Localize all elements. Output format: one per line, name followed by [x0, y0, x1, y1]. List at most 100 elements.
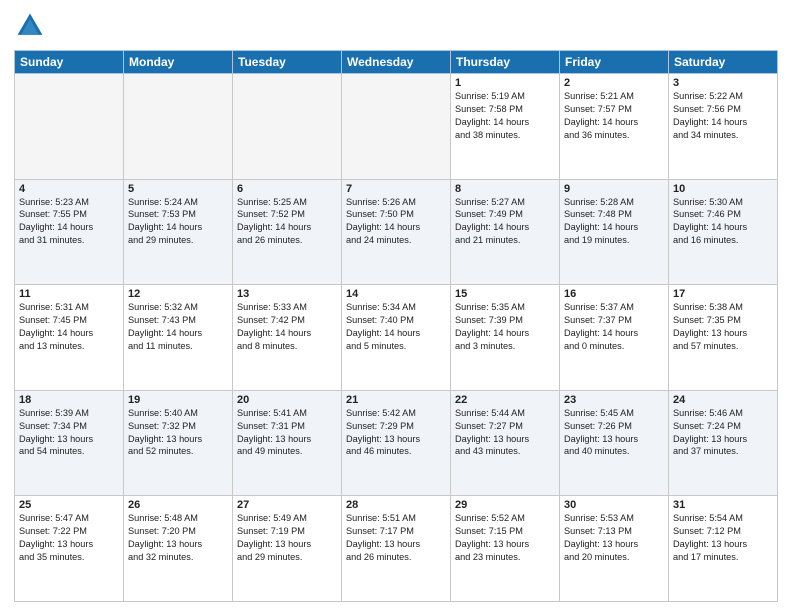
day-info: Sunrise: 5:28 AM Sunset: 7:48 PM Dayligh… — [564, 196, 664, 248]
day-number: 19 — [128, 394, 228, 406]
day-info: Sunrise: 5:52 AM Sunset: 7:15 PM Dayligh… — [455, 512, 555, 564]
day-number: 21 — [346, 394, 446, 406]
day-number: 10 — [673, 183, 773, 195]
calendar-day-empty — [342, 74, 451, 180]
page: SundayMondayTuesdayWednesdayThursdayFrid… — [0, 0, 792, 612]
day-info: Sunrise: 5:32 AM Sunset: 7:43 PM Dayligh… — [128, 301, 228, 353]
calendar-day-28: 28Sunrise: 5:51 AM Sunset: 7:17 PM Dayli… — [342, 496, 451, 602]
calendar-day-empty — [15, 74, 124, 180]
day-number: 15 — [455, 288, 555, 300]
calendar-day-24: 24Sunrise: 5:46 AM Sunset: 7:24 PM Dayli… — [669, 390, 778, 496]
day-header-friday: Friday — [560, 51, 669, 74]
day-number: 3 — [673, 77, 773, 89]
day-info: Sunrise: 5:22 AM Sunset: 7:56 PM Dayligh… — [673, 90, 773, 142]
day-number: 16 — [564, 288, 664, 300]
day-header-wednesday: Wednesday — [342, 51, 451, 74]
day-number: 20 — [237, 394, 337, 406]
calendar-week-row: 18Sunrise: 5:39 AM Sunset: 7:34 PM Dayli… — [15, 390, 778, 496]
calendar-day-empty — [124, 74, 233, 180]
day-number: 9 — [564, 183, 664, 195]
day-info: Sunrise: 5:42 AM Sunset: 7:29 PM Dayligh… — [346, 407, 446, 459]
day-number: 24 — [673, 394, 773, 406]
day-header-thursday: Thursday — [451, 51, 560, 74]
day-info: Sunrise: 5:25 AM Sunset: 7:52 PM Dayligh… — [237, 196, 337, 248]
calendar-day-22: 22Sunrise: 5:44 AM Sunset: 7:27 PM Dayli… — [451, 390, 560, 496]
day-info: Sunrise: 5:51 AM Sunset: 7:17 PM Dayligh… — [346, 512, 446, 564]
calendar-day-10: 10Sunrise: 5:30 AM Sunset: 7:46 PM Dayli… — [669, 179, 778, 285]
calendar-day-21: 21Sunrise: 5:42 AM Sunset: 7:29 PM Dayli… — [342, 390, 451, 496]
day-info: Sunrise: 5:44 AM Sunset: 7:27 PM Dayligh… — [455, 407, 555, 459]
calendar-day-3: 3Sunrise: 5:22 AM Sunset: 7:56 PM Daylig… — [669, 74, 778, 180]
day-header-monday: Monday — [124, 51, 233, 74]
day-info: Sunrise: 5:21 AM Sunset: 7:57 PM Dayligh… — [564, 90, 664, 142]
calendar-day-empty — [233, 74, 342, 180]
day-number: 18 — [19, 394, 119, 406]
calendar-day-5: 5Sunrise: 5:24 AM Sunset: 7:53 PM Daylig… — [124, 179, 233, 285]
day-number: 30 — [564, 499, 664, 511]
calendar-day-15: 15Sunrise: 5:35 AM Sunset: 7:39 PM Dayli… — [451, 285, 560, 391]
day-number: 11 — [19, 288, 119, 300]
calendar-day-2: 2Sunrise: 5:21 AM Sunset: 7:57 PM Daylig… — [560, 74, 669, 180]
day-number: 26 — [128, 499, 228, 511]
calendar-day-18: 18Sunrise: 5:39 AM Sunset: 7:34 PM Dayli… — [15, 390, 124, 496]
header — [14, 10, 778, 42]
calendar-day-31: 31Sunrise: 5:54 AM Sunset: 7:12 PM Dayli… — [669, 496, 778, 602]
day-info: Sunrise: 5:47 AM Sunset: 7:22 PM Dayligh… — [19, 512, 119, 564]
day-info: Sunrise: 5:54 AM Sunset: 7:12 PM Dayligh… — [673, 512, 773, 564]
day-number: 25 — [19, 499, 119, 511]
day-info: Sunrise: 5:31 AM Sunset: 7:45 PM Dayligh… — [19, 301, 119, 353]
logo — [14, 10, 50, 42]
calendar-day-27: 27Sunrise: 5:49 AM Sunset: 7:19 PM Dayli… — [233, 496, 342, 602]
day-number: 28 — [346, 499, 446, 511]
day-number: 12 — [128, 288, 228, 300]
day-number: 29 — [455, 499, 555, 511]
calendar-day-17: 17Sunrise: 5:38 AM Sunset: 7:35 PM Dayli… — [669, 285, 778, 391]
day-info: Sunrise: 5:53 AM Sunset: 7:13 PM Dayligh… — [564, 512, 664, 564]
day-number: 27 — [237, 499, 337, 511]
day-number: 2 — [564, 77, 664, 89]
calendar-week-row: 11Sunrise: 5:31 AM Sunset: 7:45 PM Dayli… — [15, 285, 778, 391]
day-info: Sunrise: 5:19 AM Sunset: 7:58 PM Dayligh… — [455, 90, 555, 142]
day-number: 14 — [346, 288, 446, 300]
calendar-day-16: 16Sunrise: 5:37 AM Sunset: 7:37 PM Dayli… — [560, 285, 669, 391]
calendar-day-30: 30Sunrise: 5:53 AM Sunset: 7:13 PM Dayli… — [560, 496, 669, 602]
day-number: 31 — [673, 499, 773, 511]
day-info: Sunrise: 5:49 AM Sunset: 7:19 PM Dayligh… — [237, 512, 337, 564]
day-number: 6 — [237, 183, 337, 195]
calendar-week-row: 4Sunrise: 5:23 AM Sunset: 7:55 PM Daylig… — [15, 179, 778, 285]
day-info: Sunrise: 5:39 AM Sunset: 7:34 PM Dayligh… — [19, 407, 119, 459]
calendar-week-row: 25Sunrise: 5:47 AM Sunset: 7:22 PM Dayli… — [15, 496, 778, 602]
day-info: Sunrise: 5:23 AM Sunset: 7:55 PM Dayligh… — [19, 196, 119, 248]
calendar-day-4: 4Sunrise: 5:23 AM Sunset: 7:55 PM Daylig… — [15, 179, 124, 285]
day-info: Sunrise: 5:30 AM Sunset: 7:46 PM Dayligh… — [673, 196, 773, 248]
day-header-saturday: Saturday — [669, 51, 778, 74]
day-number: 22 — [455, 394, 555, 406]
day-info: Sunrise: 5:46 AM Sunset: 7:24 PM Dayligh… — [673, 407, 773, 459]
day-number: 17 — [673, 288, 773, 300]
day-number: 8 — [455, 183, 555, 195]
calendar-day-14: 14Sunrise: 5:34 AM Sunset: 7:40 PM Dayli… — [342, 285, 451, 391]
calendar-day-19: 19Sunrise: 5:40 AM Sunset: 7:32 PM Dayli… — [124, 390, 233, 496]
calendar-header-row: SundayMondayTuesdayWednesdayThursdayFrid… — [15, 51, 778, 74]
calendar-day-1: 1Sunrise: 5:19 AM Sunset: 7:58 PM Daylig… — [451, 74, 560, 180]
day-info: Sunrise: 5:38 AM Sunset: 7:35 PM Dayligh… — [673, 301, 773, 353]
calendar-day-29: 29Sunrise: 5:52 AM Sunset: 7:15 PM Dayli… — [451, 496, 560, 602]
day-info: Sunrise: 5:41 AM Sunset: 7:31 PM Dayligh… — [237, 407, 337, 459]
calendar-day-13: 13Sunrise: 5:33 AM Sunset: 7:42 PM Dayli… — [233, 285, 342, 391]
day-number: 13 — [237, 288, 337, 300]
calendar-day-8: 8Sunrise: 5:27 AM Sunset: 7:49 PM Daylig… — [451, 179, 560, 285]
day-number: 5 — [128, 183, 228, 195]
day-info: Sunrise: 5:34 AM Sunset: 7:40 PM Dayligh… — [346, 301, 446, 353]
day-info: Sunrise: 5:27 AM Sunset: 7:49 PM Dayligh… — [455, 196, 555, 248]
calendar-day-7: 7Sunrise: 5:26 AM Sunset: 7:50 PM Daylig… — [342, 179, 451, 285]
day-info: Sunrise: 5:45 AM Sunset: 7:26 PM Dayligh… — [564, 407, 664, 459]
day-info: Sunrise: 5:26 AM Sunset: 7:50 PM Dayligh… — [346, 196, 446, 248]
calendar-day-23: 23Sunrise: 5:45 AM Sunset: 7:26 PM Dayli… — [560, 390, 669, 496]
day-info: Sunrise: 5:40 AM Sunset: 7:32 PM Dayligh… — [128, 407, 228, 459]
calendar-day-26: 26Sunrise: 5:48 AM Sunset: 7:20 PM Dayli… — [124, 496, 233, 602]
calendar-day-9: 9Sunrise: 5:28 AM Sunset: 7:48 PM Daylig… — [560, 179, 669, 285]
day-info: Sunrise: 5:37 AM Sunset: 7:37 PM Dayligh… — [564, 301, 664, 353]
calendar-table: SundayMondayTuesdayWednesdayThursdayFrid… — [14, 50, 778, 602]
calendar-day-6: 6Sunrise: 5:25 AM Sunset: 7:52 PM Daylig… — [233, 179, 342, 285]
day-info: Sunrise: 5:48 AM Sunset: 7:20 PM Dayligh… — [128, 512, 228, 564]
